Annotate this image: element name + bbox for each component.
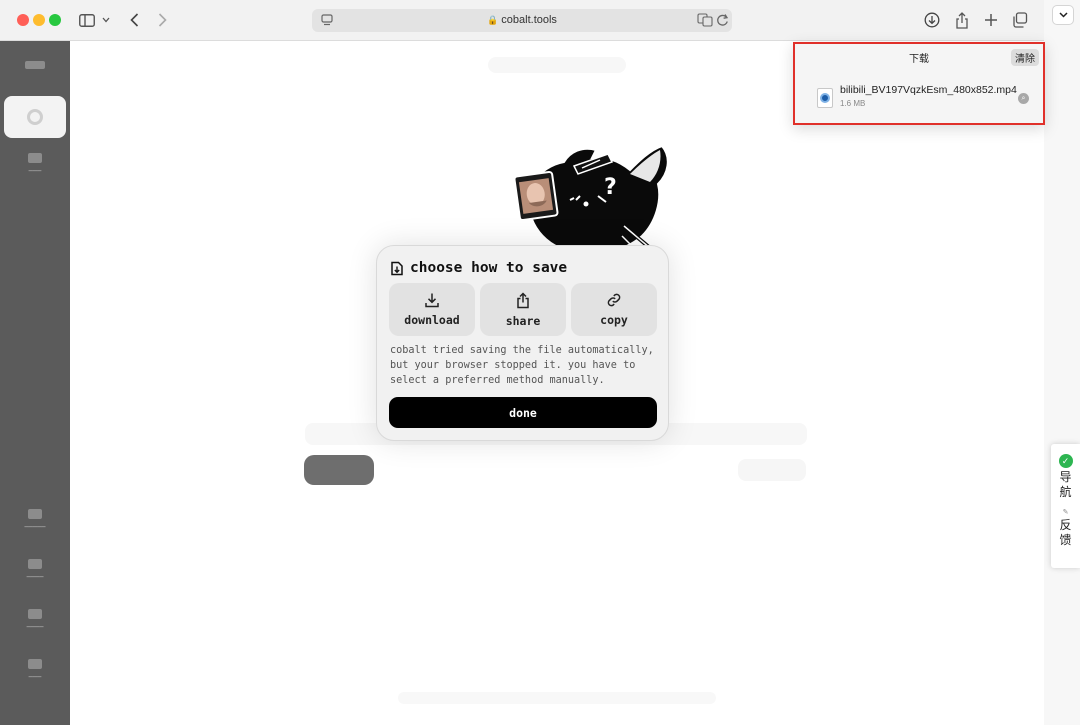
sidebar-item[interactable]: ━━━ bbox=[10, 659, 60, 681]
zoom-window-button[interactable] bbox=[49, 14, 61, 26]
feedback-label[interactable]: 反馈 bbox=[1059, 518, 1073, 548]
paste-button[interactable] bbox=[738, 459, 806, 481]
footer-terms-text bbox=[398, 692, 716, 704]
clear-downloads-button[interactable]: 清除 bbox=[1011, 49, 1039, 66]
reveal-in-finder-icon[interactable]: ⌕ bbox=[1018, 93, 1029, 104]
back-button[interactable] bbox=[126, 10, 142, 30]
new-tab-icon[interactable] bbox=[982, 10, 1000, 30]
share-option-button[interactable]: share bbox=[480, 283, 566, 336]
close-window-button[interactable] bbox=[17, 14, 29, 26]
sidebar-item[interactable]: ━━━ bbox=[10, 153, 60, 175]
supported-services-pill[interactable] bbox=[488, 57, 626, 73]
save-dialog: choose how to save download share copy c… bbox=[376, 245, 669, 441]
share-icon[interactable] bbox=[953, 10, 971, 30]
video-file-icon bbox=[817, 88, 833, 108]
download-file-name[interactable]: bilibili_BV197VqzkEsm_480x852.mp4 bbox=[840, 84, 1017, 96]
right-browser-edge bbox=[1044, 0, 1080, 725]
feedback-icon: ✎ bbox=[1062, 509, 1069, 516]
svg-text:?: ? bbox=[604, 175, 617, 200]
chevron-down-icon[interactable] bbox=[100, 10, 112, 30]
sidebar-logo bbox=[10, 61, 60, 69]
download-icon bbox=[425, 293, 439, 308]
cobalt-mascot-illustration: ? bbox=[513, 144, 669, 254]
extension-menu-button[interactable] bbox=[1052, 5, 1074, 25]
page-sidebar: ━━━ ━━━━━ ━━━━ ━━━━ ━━━ bbox=[0, 41, 70, 725]
dialog-message: cobalt tried saving the file automatical… bbox=[390, 345, 654, 386]
sidebar-item[interactable]: ━━━━━ bbox=[10, 509, 60, 531]
url-text: cobalt.tools bbox=[501, 14, 557, 26]
dialog-title-text: choose how to save bbox=[410, 260, 568, 276]
check-icon: ✓ bbox=[1058, 454, 1073, 468]
browser-toolbar: 🔒 cobalt.tools bbox=[0, 0, 1044, 41]
copy-option-button[interactable]: copy bbox=[571, 283, 657, 336]
share-option-label: share bbox=[505, 313, 541, 328]
translate-icon[interactable] bbox=[697, 13, 713, 32]
copy-option-label: copy bbox=[600, 313, 628, 327]
sidebar-toggle-icon[interactable] bbox=[78, 10, 96, 30]
file-download-icon bbox=[391, 261, 403, 275]
dialog-title: choose how to save bbox=[390, 260, 567, 276]
sidebar-item-save[interactable] bbox=[4, 96, 66, 138]
sidebar-item[interactable]: ━━━━ bbox=[10, 559, 60, 581]
link-icon bbox=[607, 293, 621, 307]
downloads-title: 下载 bbox=[909, 54, 929, 65]
tab-overview-icon[interactable] bbox=[1011, 10, 1029, 30]
auto-mode-button[interactable] bbox=[304, 455, 374, 485]
lock-icon: 🔒 bbox=[487, 15, 499, 25]
address-bar[interactable]: 🔒 cobalt.tools bbox=[312, 9, 732, 32]
download-file-size: 1.6 MB bbox=[840, 99, 866, 108]
nav-label[interactable]: 导航 bbox=[1059, 470, 1073, 500]
reload-icon[interactable] bbox=[716, 13, 729, 32]
download-option-label: download bbox=[404, 313, 460, 327]
forward-button[interactable] bbox=[154, 10, 170, 30]
floating-side-widget[interactable]: ✓ 导航 ✎ 反馈 bbox=[1051, 444, 1080, 568]
download-option-button[interactable]: download bbox=[389, 283, 475, 336]
sidebar-item[interactable]: ━━━━ bbox=[10, 609, 60, 631]
downloads-icon[interactable] bbox=[923, 10, 941, 30]
done-button[interactable]: done bbox=[389, 397, 657, 428]
share-icon bbox=[517, 291, 529, 308]
minimize-window-button[interactable] bbox=[33, 14, 45, 26]
downloads-popover: 下载 清除 bilibili_BV197VqzkEsm_480x852.mp4 … bbox=[793, 42, 1045, 125]
